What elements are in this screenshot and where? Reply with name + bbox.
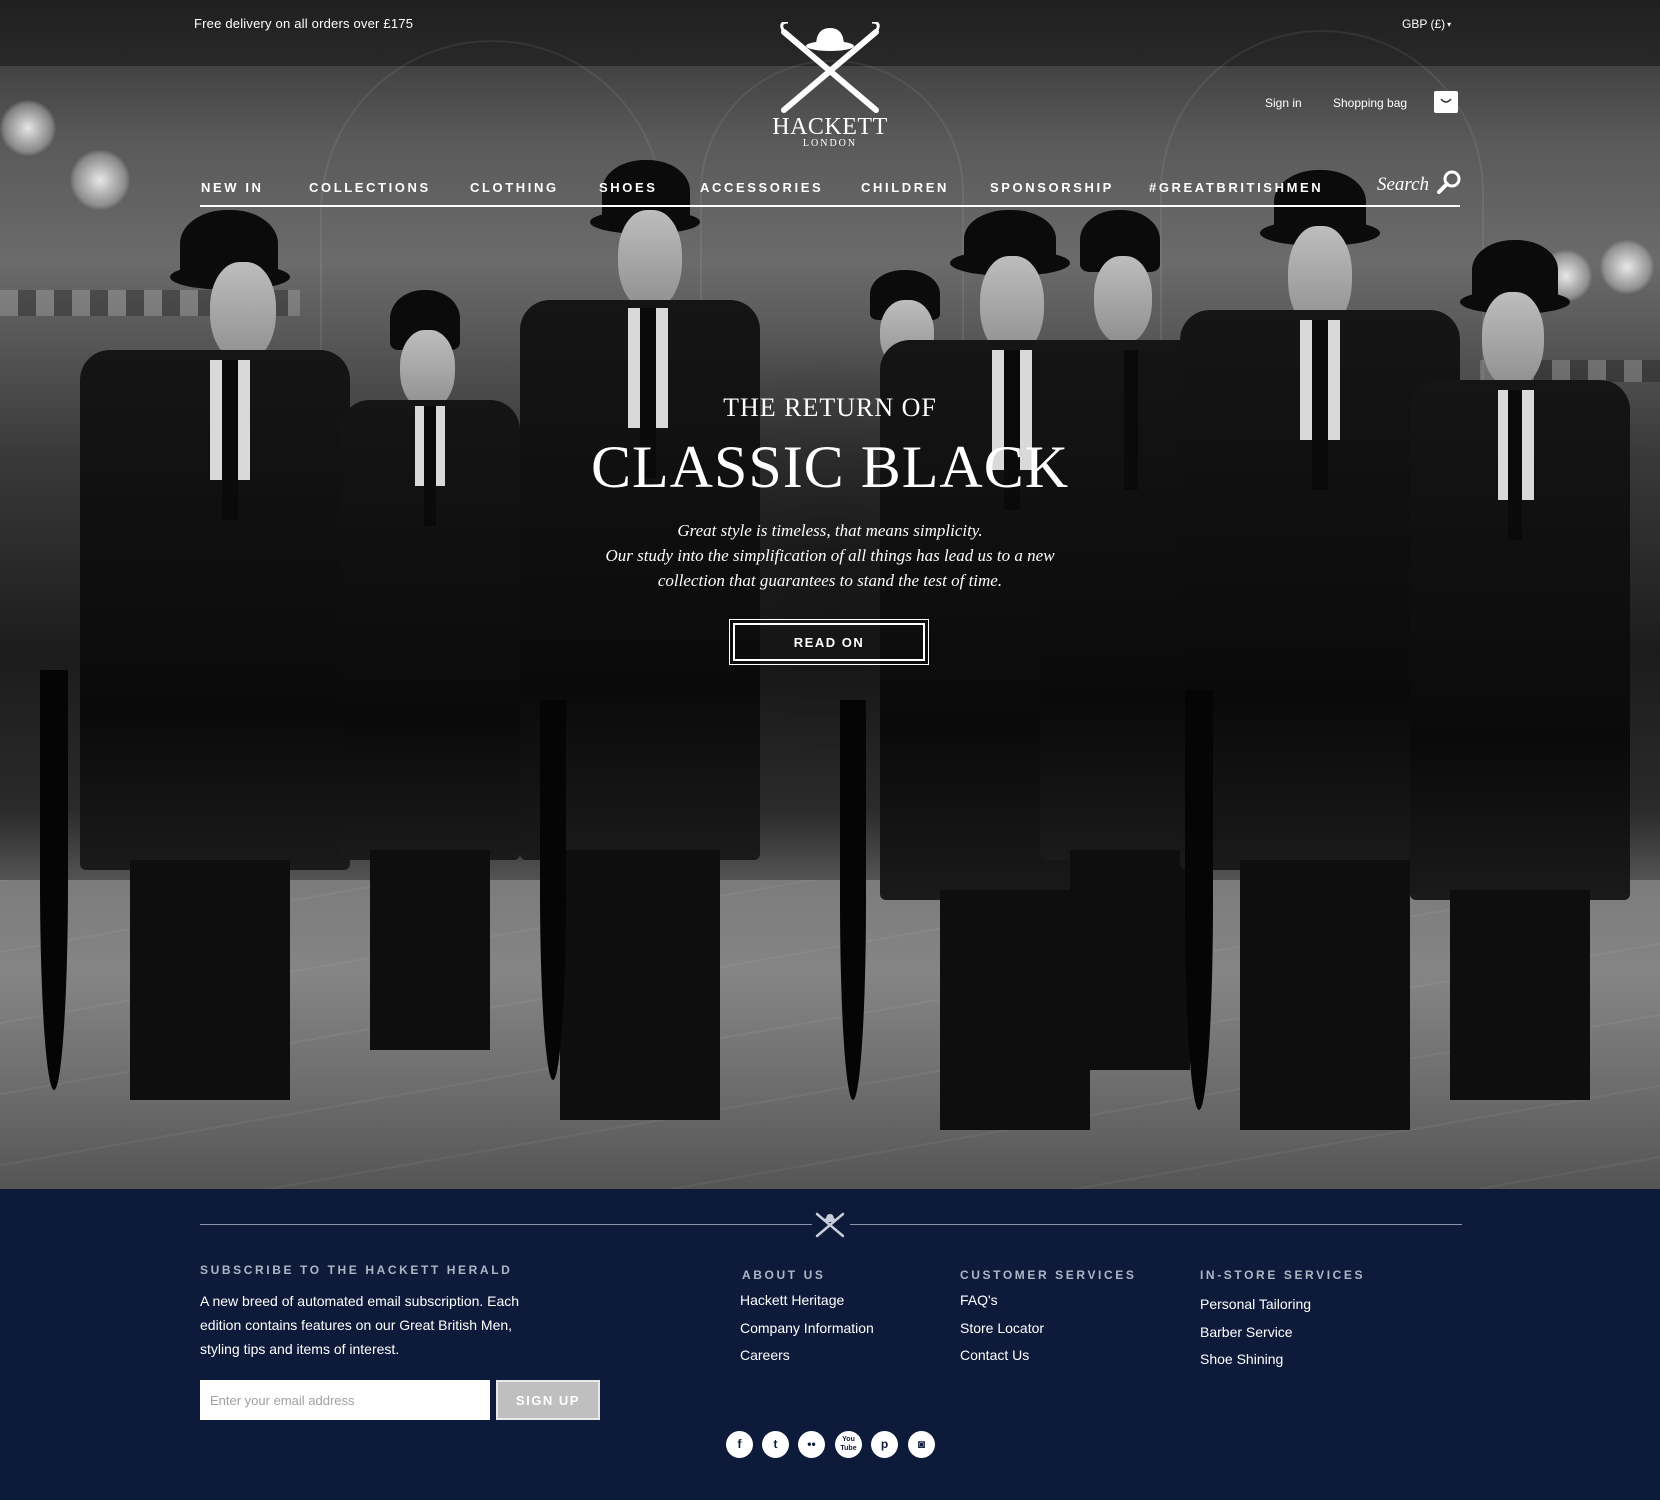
search-icon[interactable] [1436, 169, 1462, 195]
footer-link-hackett-heritage[interactable]: Hackett Heritage [740, 1292, 844, 1308]
currency-selector[interactable]: GBP (£) ▾ [1402, 17, 1451, 31]
logo-subtitle: LONDON [802, 138, 858, 149]
search-label[interactable]: Search [1377, 174, 1429, 196]
footer-divider [850, 1224, 1462, 1225]
footer-link-contact-us[interactable]: Contact Us [960, 1347, 1029, 1363]
sign-up-button[interactable]: SIGN UP [496, 1380, 600, 1420]
footer-link-company-information[interactable]: Company Information [740, 1320, 874, 1336]
hero-figure [1410, 240, 1630, 1100]
subscribe-heading: SUBSCRIBE TO THE HACKETT HERALD [200, 1263, 513, 1277]
twitter-icon[interactable]: t [762, 1431, 789, 1458]
hero-body: Great style is timeless, that means simp… [530, 518, 1130, 593]
site-footer: SUBSCRIBE TO THE HACKETT HERALD A new br… [0, 1189, 1660, 1500]
subscribe-line: styling tips and items of interest. [200, 1341, 400, 1357]
currency-label: GBP (£) [1402, 17, 1446, 31]
hero-umbrella [540, 700, 566, 1080]
subscribe-line: A new breed of automated email subscript… [200, 1293, 520, 1309]
nav-item-sponsorship[interactable]: SPONSORSHIP [990, 180, 1114, 195]
logo-wordmark: HACKETT [772, 114, 888, 140]
read-on-button[interactable]: READ ON [729, 619, 929, 665]
hero-umbrella [40, 670, 68, 1090]
pinterest-icon[interactable]: p [871, 1431, 898, 1458]
read-on-label: READ ON [733, 623, 925, 661]
shopping-bag-icon[interactable] [1434, 91, 1458, 113]
nav-item-shoes[interactable]: SHOES [599, 180, 658, 195]
nav-item-greatbritishmen[interactable]: #GREATBRITISHMEN [1149, 180, 1323, 195]
email-field[interactable] [200, 1380, 490, 1420]
footer-link-store-locator[interactable]: Store Locator [960, 1320, 1044, 1336]
caret-down-icon: ▾ [1447, 20, 1452, 30]
footer-link-faqs[interactable]: FAQ's [960, 1292, 998, 1308]
hero-figure [60, 200, 360, 1100]
instagram-icon[interactable]: ◙ [908, 1431, 935, 1458]
hero-body-line: Our study into the simplification of all… [605, 546, 1055, 565]
hero-body-line: collection that guarantees to stand the … [657, 571, 1003, 590]
nav-item-accessories[interactable]: ACCESSORIES [700, 180, 823, 195]
hackett-emblem-icon [814, 1211, 846, 1239]
youtube-icon[interactable]: You Tube [835, 1431, 862, 1458]
facebook-icon[interactable]: f [726, 1431, 753, 1458]
hero-pretitle: THE RETURN OF [723, 393, 937, 422]
footer-link-barber-service[interactable]: Barber Service [1200, 1324, 1293, 1340]
nav-item-children[interactable]: CHILDREN [861, 180, 949, 195]
nav-item-clothing[interactable]: CLOTHING [470, 180, 559, 195]
footer-link-shoe-shining[interactable]: Shoe Shining [1200, 1351, 1283, 1367]
in-store-services-heading: IN-STORE SERVICES [1200, 1268, 1366, 1282]
hero-umbrella [1185, 690, 1213, 1110]
about-heading: ABOUT US [742, 1268, 826, 1282]
main-nav: NEW IN COLLECTIONS CLOTHING SHOES ACCESS… [200, 165, 1460, 205]
hero-title: CLASSIC BLACK [590, 434, 1070, 500]
footer-divider [200, 1224, 812, 1225]
sign-in-link[interactable]: Sign in [1265, 96, 1302, 110]
nav-item-collections[interactable]: COLLECTIONS [309, 180, 431, 195]
hero-body-line: Great style is timeless, that means simp… [677, 521, 983, 540]
crossed-umbrellas-icon [780, 20, 880, 113]
footer-link-careers[interactable]: Careers [740, 1347, 790, 1363]
customer-services-heading: CUSTOMER SERVICES [960, 1268, 1137, 1282]
flickr-icon[interactable]: •• [798, 1431, 825, 1458]
nav-divider [200, 205, 1460, 207]
promo-banner: Free delivery on all orders over £175 [194, 16, 414, 31]
subscribe-line: edition contains features on our Great B… [200, 1317, 513, 1333]
background-lamp [0, 100, 56, 156]
hero-umbrella [840, 700, 866, 1100]
subscribe-description: A new breed of automated email subscript… [200, 1289, 590, 1361]
footer-link-personal-tailoring[interactable]: Personal Tailoring [1200, 1296, 1311, 1312]
nav-item-new-in[interactable]: NEW IN [201, 180, 264, 195]
shopping-bag-link[interactable]: Shopping bag [1333, 96, 1407, 110]
hackett-logo[interactable]: HACKETT LONDON [770, 20, 890, 149]
